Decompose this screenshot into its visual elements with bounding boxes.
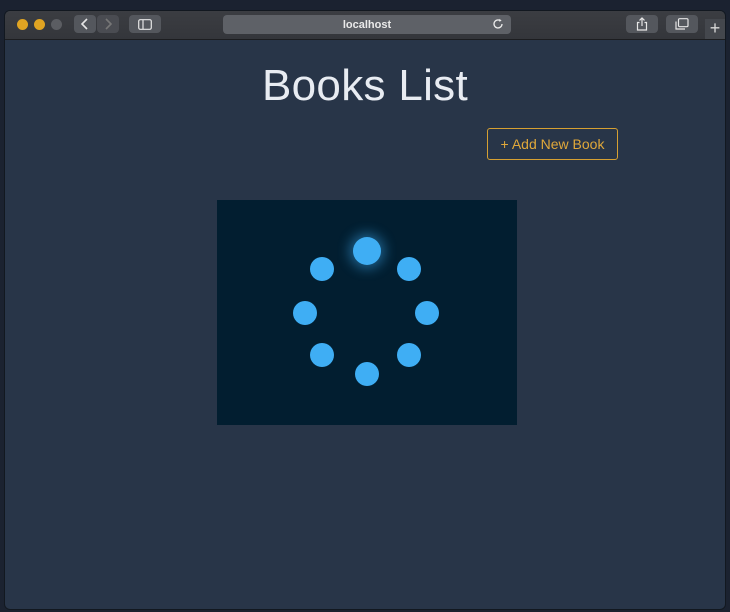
share-icon bbox=[636, 17, 648, 31]
add-new-book-button[interactable]: + Add New Book bbox=[487, 128, 618, 160]
new-tab-button[interactable]: + bbox=[705, 19, 725, 39]
spinner-dot bbox=[397, 343, 421, 367]
reload-button[interactable] bbox=[491, 17, 505, 31]
reload-icon bbox=[493, 18, 503, 29]
address-text: localhost bbox=[342, 18, 392, 31]
browser-toolbar: localhost + bbox=[5, 11, 725, 40]
zoom-window-button[interactable] bbox=[51, 19, 62, 30]
spinner-dot bbox=[355, 362, 379, 386]
plus-icon: + bbox=[709, 18, 721, 38]
spinner-dot bbox=[310, 343, 334, 367]
minimize-window-button[interactable] bbox=[34, 19, 45, 30]
loading-spinner-panel bbox=[217, 200, 517, 425]
back-button[interactable] bbox=[74, 15, 96, 33]
tabs-icon bbox=[675, 18, 689, 30]
close-window-button[interactable] bbox=[17, 19, 28, 30]
spinner-dot bbox=[310, 257, 334, 281]
spinner-dot bbox=[397, 257, 421, 281]
sidebar-icon bbox=[138, 18, 152, 30]
show-tabs-button[interactable] bbox=[666, 15, 698, 33]
chevron-left-icon bbox=[80, 18, 88, 30]
page-title: Books List bbox=[262, 61, 468, 110]
spinner-dot bbox=[293, 301, 317, 325]
sidebar-toggle-button[interactable] bbox=[129, 15, 161, 33]
spinner-dot bbox=[353, 237, 381, 265]
share-button[interactable] bbox=[626, 15, 658, 33]
spinner-dot bbox=[415, 301, 439, 325]
chevron-right-icon bbox=[105, 18, 113, 30]
forward-button[interactable] bbox=[97, 15, 119, 33]
address-bar[interactable]: localhost bbox=[223, 15, 511, 34]
browser-window: localhost + Books List + Add New Book bbox=[4, 10, 726, 610]
